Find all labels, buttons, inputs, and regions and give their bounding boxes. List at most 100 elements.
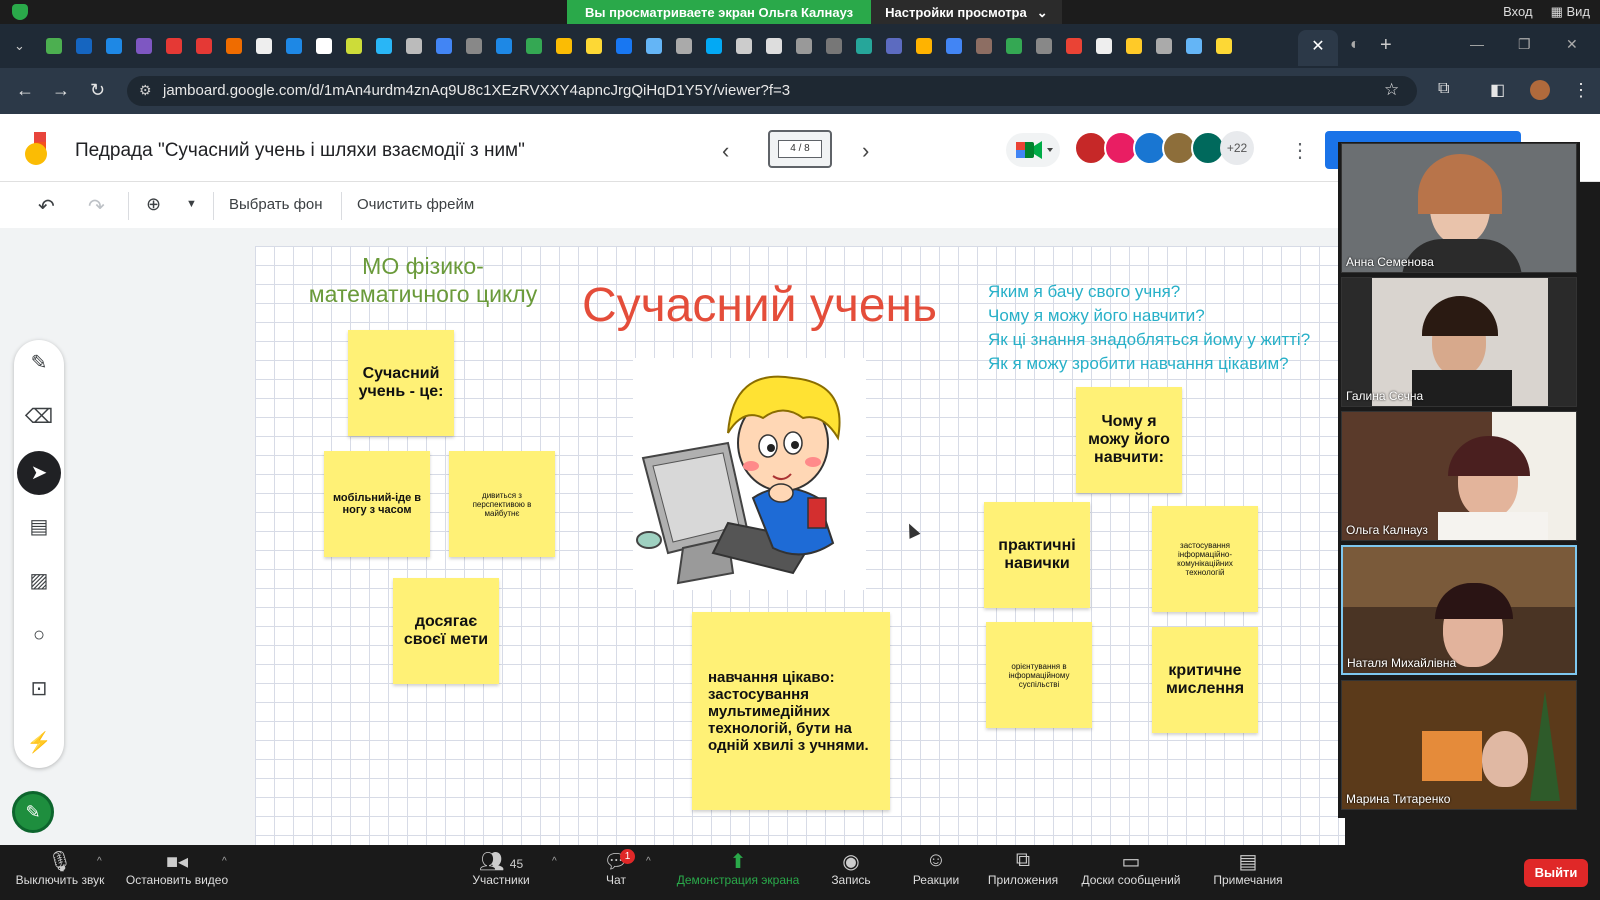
tab-favicon[interactable] [646,38,662,54]
sticky-note[interactable]: навчання цікаво: застосування мультимеді… [692,612,890,810]
pen-tool-icon[interactable]: ✎ [23,347,55,379]
minimize-icon[interactable]: — [1470,36,1484,52]
sticky-note[interactable]: Чому я можу його навчити: [1076,387,1182,493]
mute-button[interactable]: 🎙︎ Выключить звук [8,849,112,887]
chat-options-caret-icon[interactable]: ^ [646,856,651,867]
tab-favicon[interactable] [1006,38,1022,54]
video-tile[interactable]: Галина Сєчна [1341,277,1577,407]
next-frame-icon[interactable]: › [862,138,869,164]
tab-favicon[interactable] [1126,38,1142,54]
question-line[interactable]: Яким я бачу свого учня? [988,282,1180,302]
sticky-note[interactable]: дивиться з перспективою в майбутнє [449,451,555,557]
extensions-icon[interactable]: ⧉ [1438,80,1449,98]
set-background-button[interactable]: Выбрать фон [229,196,323,213]
question-line[interactable]: Як я можу зробити навчання цікавим? [988,354,1289,374]
maximize-icon[interactable]: ❐ [1518,36,1531,53]
video-tile-active-speaker[interactable]: Наталя Михайлівна [1341,545,1577,675]
bookmark-star-icon[interactable]: ☆ [1384,80,1399,100]
image-tool-icon[interactable]: ▨ [23,565,55,597]
laser-tool-icon[interactable]: ⚡ [23,727,55,759]
apps-button[interactable]: ⧉ Приложения [982,849,1064,887]
tab-favicon[interactable]: ◐ [1350,36,1360,54]
sticky-note[interactable]: орієнтування в інформаційному суспільств… [986,622,1092,728]
tab-favicon[interactable] [766,38,782,54]
tab-favicon[interactable] [406,38,422,54]
login-button[interactable]: Вход [1503,4,1532,20]
sticky-note[interactable]: Сучасний учень - це: [348,330,454,436]
tab-favicon[interactable] [1216,38,1232,54]
tab-favicon[interactable] [916,38,932,54]
audio-options-caret-icon[interactable]: ^ [97,856,102,867]
more-collaborators-badge[interactable]: +22 [1220,131,1254,165]
window-close-icon[interactable]: ✕ [1566,36,1578,53]
tab-favicon[interactable] [706,38,722,54]
sticky-note-tool-icon[interactable]: ▤ [23,511,55,543]
whiteboards-button[interactable]: ▭ Доски сообщений [1076,849,1186,887]
reactions-button[interactable]: ☺︎ Реакции [906,849,966,887]
forward-icon[interactable]: → [52,80,70,101]
tab-favicon[interactable] [856,38,872,54]
tab-favicon[interactable] [796,38,812,54]
collaborator-avatar[interactable] [1074,131,1108,165]
student-at-computer-image[interactable] [633,358,866,590]
tab-favicon[interactable] [526,38,542,54]
board-main-title[interactable]: Сучасний учень [582,278,937,333]
stop-video-button[interactable]: ■◂ Остановить видео [122,849,232,887]
new-tab-icon[interactable]: + [1380,34,1392,57]
close-tab-icon[interactable]: ✕ [1298,30,1338,66]
tab-favicon[interactable] [826,38,842,54]
tab-favicon[interactable] [196,38,212,54]
video-options-caret-icon[interactable]: ^ [222,856,227,867]
back-icon[interactable]: ← [16,80,34,101]
video-tile[interactable]: Анна Семенова [1341,143,1577,273]
tab-favicon[interactable] [346,38,362,54]
tab-favicon[interactable] [76,38,92,54]
view-settings-button[interactable]: Настройки просмотра ⌄ [871,0,1062,24]
tab-favicon[interactable] [466,38,482,54]
sticky-note[interactable]: критичне мислення [1152,627,1258,733]
tab-favicon[interactable] [976,38,992,54]
sticky-note[interactable]: практичні навички [984,502,1090,608]
tab-favicon[interactable] [556,38,572,54]
select-tool-icon[interactable]: ➤ [17,451,61,495]
notes-button[interactable]: ▤ Примечания [1206,849,1290,887]
video-tile[interactable]: Марина Титаренко [1341,680,1577,810]
share-screen-button[interactable]: ⬆︎ Демонстрация экрана [670,849,806,887]
leave-meeting-button[interactable]: Выйти [1524,859,1588,887]
site-info-icon[interactable]: ⚙ [139,82,152,99]
tab-favicon[interactable] [496,38,512,54]
tab-favicon[interactable] [316,38,332,54]
sticky-note[interactable]: мобільний-іде в ногу з часом [324,451,430,557]
tab-favicon[interactable] [1186,38,1202,54]
tab-favicon[interactable] [436,38,452,54]
eraser-tool-icon[interactable]: ⌫ [23,401,55,433]
redo-icon[interactable]: ↷ [88,194,105,219]
question-line[interactable]: Чому я можу його навчити? [988,306,1205,326]
tab-favicon[interactable] [586,38,602,54]
tab-favicon[interactable] [1036,38,1052,54]
browser-menu-icon[interactable]: ⋮ [1572,80,1590,101]
meet-button[interactable] [1006,133,1060,167]
text-box-tool-icon[interactable]: ⊡ [23,673,55,705]
zoom-dropdown-icon[interactable]: ▼ [186,198,197,210]
prev-frame-icon[interactable]: ‹ [722,138,729,164]
tab-favicon[interactable] [166,38,182,54]
tab-favicon[interactable] [1096,38,1112,54]
more-options-icon[interactable]: ⋮ [1290,138,1310,163]
tab-favicon[interactable] [1066,38,1082,54]
zoom-icon[interactable]: ⊕ [146,194,161,215]
tab-favicon[interactable] [136,38,152,54]
sticky-note[interactable]: досягає своєї мети [393,578,499,684]
undo-icon[interactable]: ↶ [38,194,55,219]
tab-favicon[interactable] [1156,38,1172,54]
participants-options-caret-icon[interactable]: ^ [552,856,557,867]
tab-favicon[interactable] [736,38,752,54]
pen-color-icon[interactable]: ✎ [12,791,54,833]
sticky-note[interactable]: застосування інформаційно-комунікаційних… [1152,506,1258,612]
tab-favicon[interactable] [46,38,62,54]
tab-favicon[interactable] [376,38,392,54]
tab-favicon[interactable] [946,38,962,54]
tab-favicon[interactable] [106,38,122,54]
tab-favicon[interactable] [256,38,272,54]
sidepanel-icon[interactable]: ◧ [1490,80,1505,100]
